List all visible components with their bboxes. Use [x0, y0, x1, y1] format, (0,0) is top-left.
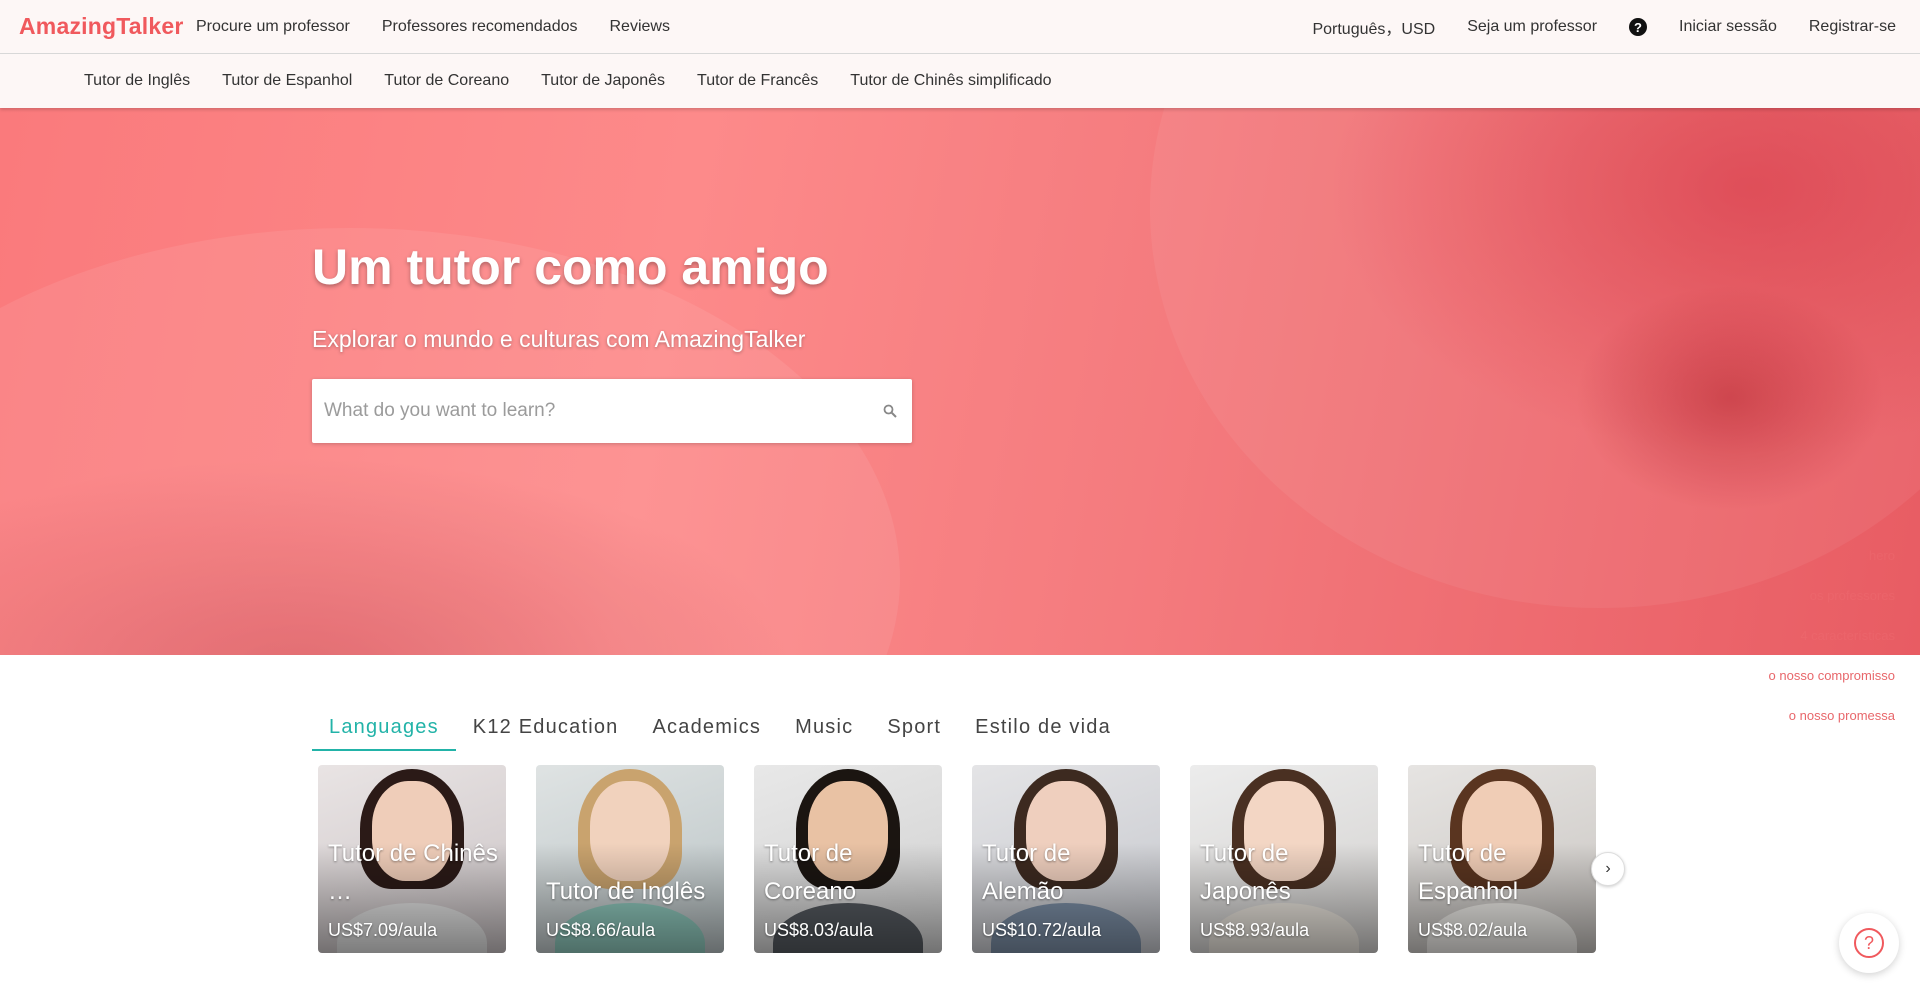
floating-help-button[interactable]: ?	[1839, 913, 1899, 973]
tutor-card[interactable]: Tutor de Alemão US$10.72/aula	[972, 765, 1160, 953]
subnav-french-tutor[interactable]: Tutor de Francês	[697, 72, 818, 90]
section-anchors: hero os professores 4 características o …	[1769, 548, 1895, 748]
card-title: Tutor de Espanhol	[1418, 840, 1519, 905]
subnav-english-tutor[interactable]: Tutor de Inglês	[84, 72, 190, 90]
card-price: US$8.03/aula	[764, 920, 874, 940]
card-price: US$8.02/aula	[1418, 920, 1528, 940]
tutor-card[interactable]: Tutor de Coreano US$8.03/aula	[754, 765, 942, 953]
tutor-card[interactable]: Tutor de Chinês … US$7.09/aula	[318, 765, 506, 953]
hero-title: Um tutor como amigo	[312, 239, 829, 295]
card-title: Tutor de Coreano	[764, 840, 857, 905]
search-box	[312, 379, 912, 443]
search-input[interactable]	[312, 379, 872, 443]
anchor-hero[interactable]: hero	[1769, 548, 1895, 588]
tab-music[interactable]: Music	[778, 705, 870, 751]
carousel-next-button[interactable]: ›	[1591, 852, 1625, 886]
subnav-chinese-tutor[interactable]: Tutor de Chinês simplificado	[850, 72, 1051, 90]
hero-banner: Um tutor como amigo Explorar o mundo e c…	[0, 108, 1920, 655]
tab-lifestyle[interactable]: Estilo de vida	[958, 705, 1128, 751]
register-link[interactable]: Registrar-se	[1809, 18, 1896, 36]
card-price: US$8.93/aula	[1200, 920, 1310, 940]
anchor-teachers[interactable]: os professores	[1769, 588, 1895, 628]
tab-k12-education[interactable]: K12 Education	[456, 705, 636, 751]
anchor-promise[interactable]: o nosso promessa	[1769, 708, 1895, 748]
main-nav: Procure um professor Professores recomen…	[196, 0, 670, 54]
subnav-korean-tutor[interactable]: Tutor de Coreano	[384, 72, 509, 90]
account-nav: Português，USD Seja um professor ? Inicia…	[1312, 0, 1896, 54]
question-circle-icon[interactable]: ?	[1629, 18, 1648, 36]
hero-decoration	[1150, 108, 1920, 608]
tab-languages[interactable]: Languages	[312, 705, 456, 751]
tutor-card[interactable]: Tutor de Inglês US$8.66/aula	[536, 765, 724, 953]
category-tabs: Languages K12 Education Academics Music …	[312, 705, 1128, 751]
tab-sport[interactable]: Sport	[870, 705, 958, 751]
language-currency-selector[interactable]: Português，USD	[1312, 15, 1435, 39]
logo[interactable]: AmazingTalker	[19, 13, 184, 40]
nav-reviews[interactable]: Reviews	[610, 18, 670, 36]
card-price: US$7.09/aula	[328, 920, 438, 940]
search-icon[interactable]	[882, 403, 898, 419]
tutor-card-carousel: Tutor de Chinês … US$7.09/aula Tutor de …	[318, 765, 1596, 953]
anchor-features[interactable]: 4 características	[1769, 628, 1895, 668]
login-link[interactable]: Iniciar sessão	[1679, 18, 1777, 36]
card-title: Tutor de Chinês …	[328, 840, 498, 905]
card-price: US$10.72/aula	[982, 920, 1102, 940]
subnav-spanish-tutor[interactable]: Tutor de Espanhol	[222, 72, 352, 90]
chevron-right-icon: ›	[1605, 860, 1611, 877]
become-teacher-link[interactable]: Seja um professor	[1467, 18, 1597, 36]
card-title: Tutor de Alemão	[982, 840, 1071, 905]
top-header: AmazingTalker Procure um professor Profe…	[0, 0, 1920, 54]
tutor-subnav: Tutor de Inglês Tutor de Espanhol Tutor …	[0, 54, 1920, 108]
nav-recommended-teachers[interactable]: Professores recomendados	[382, 18, 578, 36]
card-title: Tutor de Inglês	[546, 878, 706, 905]
question-circle-icon: ?	[1854, 928, 1884, 958]
card-price: US$8.66/aula	[546, 920, 656, 940]
card-title: Tutor de Japonês	[1200, 840, 1291, 905]
nav-find-teacher[interactable]: Procure um professor	[196, 18, 350, 36]
subnav-japanese-tutor[interactable]: Tutor de Japonês	[541, 72, 665, 90]
tutor-card[interactable]: Tutor de Japonês US$8.93/aula	[1190, 765, 1378, 953]
anchor-commitment[interactable]: o nosso compromisso	[1769, 668, 1895, 708]
tab-academics[interactable]: Academics	[636, 705, 779, 751]
tutor-card[interactable]: Tutor de Espanhol US$8.02/aula	[1408, 765, 1596, 953]
hero-subtitle: Explorar o mundo e culturas com AmazingT…	[312, 326, 806, 352]
